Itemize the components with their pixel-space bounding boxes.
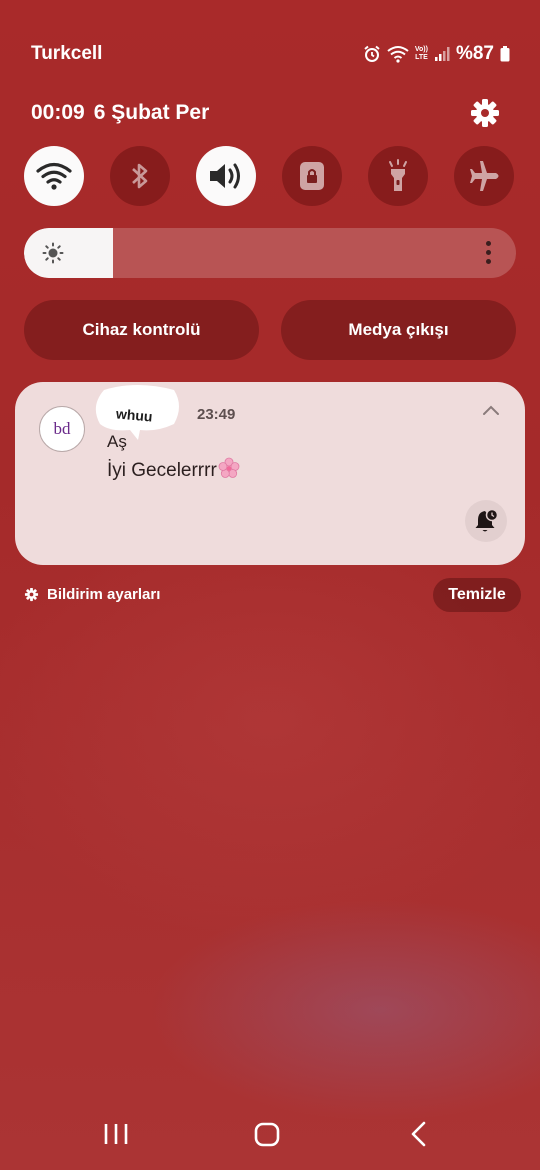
bell-clock-icon — [475, 508, 499, 532]
clock: 00:09 — [31, 101, 85, 124]
wifi-icon — [36, 162, 72, 190]
speaker-icon — [210, 163, 240, 189]
brightness-icon — [42, 242, 64, 264]
screen-lock-toggle[interactable] — [282, 146, 342, 206]
notification-time: 23:49 — [197, 406, 236, 423]
battery-icon — [500, 46, 510, 62]
flashlight-icon — [389, 159, 407, 191]
carrier-name: Turkcell — [31, 43, 103, 64]
wifi-toggle[interactable] — [24, 146, 84, 206]
app-icon: bd — [39, 406, 85, 452]
battery-percent: %87 — [455, 43, 494, 64]
date-time: 00:09 6 Şubat Per — [31, 101, 218, 125]
signal-icon — [434, 47, 450, 61]
brightness-fill — [24, 228, 113, 278]
small-gear-icon — [24, 587, 39, 602]
date-label: 6 Şubat Per — [93, 101, 210, 124]
home-icon[interactable] — [252, 1118, 282, 1150]
brightness-slider[interactable] — [24, 228, 516, 278]
message-text: İyi Gecelerrrr — [107, 460, 217, 481]
more-options-icon[interactable] — [486, 241, 492, 268]
status-icons: Vo)) LTE %87 — [363, 43, 510, 65]
device-control-button[interactable]: Cihaz kontrolü — [24, 300, 259, 360]
wifi-status-icon — [387, 46, 409, 63]
collapse-chevron-icon[interactable] — [481, 404, 501, 418]
back-icon[interactable] — [405, 1118, 431, 1150]
airplane-icon — [470, 161, 499, 191]
flashlight-toggle[interactable] — [368, 146, 428, 206]
settings-gear-icon[interactable] — [469, 97, 501, 129]
volte-lte-icon: Vo)) LTE — [414, 46, 428, 61]
snooze-button[interactable] — [465, 500, 507, 542]
sticker-text: whuu — [115, 405, 154, 425]
bluetooth-toggle[interactable] — [110, 146, 170, 206]
clear-all-button[interactable]: Temizle — [433, 578, 521, 612]
media-output-button[interactable]: Medya çıkışı — [281, 300, 516, 360]
notification-message: İyi Gecelerrrr — [107, 457, 240, 482]
sound-toggle[interactable] — [196, 146, 256, 206]
bluetooth-icon — [132, 163, 148, 189]
recent-apps-icon[interactable] — [103, 1118, 129, 1150]
airplane-mode-toggle[interactable] — [454, 146, 514, 206]
rotation-lock-icon — [300, 162, 324, 190]
notification-settings-link[interactable]: Bildirim ayarları — [24, 586, 160, 603]
cherry-blossom-emoji — [218, 457, 240, 478]
notification-settings-label: Bildirim ayarları — [47, 586, 161, 603]
alarm-icon — [364, 45, 380, 62]
